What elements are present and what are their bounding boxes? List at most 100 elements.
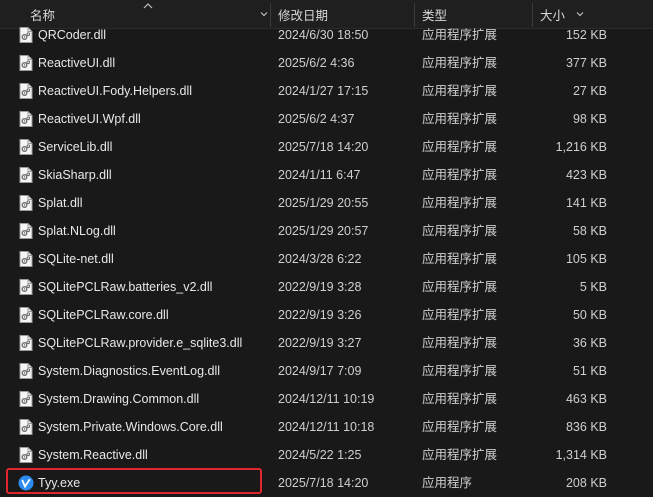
file-type: 应用程序扩展	[422, 420, 498, 434]
file-date: 2024/12/11 10:18	[278, 420, 375, 434]
file-type: 应用程序扩展	[422, 224, 498, 238]
file-row[interactable]: System.Private.Windows.Core.dll 2024/12/1…	[0, 413, 653, 441]
file-size: 208 KB	[565, 476, 607, 490]
file-size: 836 KB	[565, 420, 607, 434]
file-name: System.Reactive.dll	[38, 448, 148, 462]
file-row[interactable]: System.Reactive.dll 2024/5/22 1:25 应用程序扩展 1…	[0, 441, 653, 469]
file-type: 应用程序	[422, 476, 473, 490]
file-name: Splat.NLog.dll	[38, 224, 116, 238]
file-size: 423 KB	[565, 168, 607, 182]
file-row[interactable]: SQLite-net.dll 2024/3/28 6:22 应用程序扩展 105 KB	[0, 245, 653, 273]
file-type: 应用程序扩展	[422, 84, 498, 98]
dll-icon	[19, 55, 33, 71]
file-date: 2024/5/22 1:25	[278, 448, 362, 462]
file-name: SQLitePCLRaw.core.dll	[38, 308, 169, 322]
file-size: 152 KB	[565, 28, 607, 42]
file-type: 应用程序扩展	[422, 196, 498, 210]
file-name: SQLitePCLRaw.provider.e_sqlite3.dll	[38, 336, 243, 350]
file-date: 2024/1/11 6:47	[278, 168, 361, 182]
file-row[interactable]: QRCoder.dll 2024/6/30 18:50 应用程序扩展 152 KB	[0, 21, 653, 49]
file-name: ReactiveUI.Wpf.dll	[38, 112, 141, 126]
chevron-down-icon[interactable]	[259, 8, 269, 18]
file-size: 98 KB	[572, 112, 607, 126]
file-date: 2025/7/18 14:20	[278, 476, 369, 490]
dll-icon	[19, 307, 33, 323]
dll-icon	[19, 195, 33, 211]
file-row[interactable]: System.Diagnostics.EventLog.dll 2024/9/17…	[0, 357, 653, 385]
dll-icon	[19, 335, 33, 351]
dll-icon	[19, 447, 33, 463]
file-date: 2025/6/2 4:36	[278, 56, 355, 70]
dll-icon	[19, 27, 33, 43]
file-type: 应用程序扩展	[422, 168, 498, 182]
file-size: 50 KB	[572, 308, 607, 322]
file-name: ServiceLib.dll	[38, 140, 113, 154]
file-size: 463 KB	[565, 392, 607, 406]
file-size: 105 KB	[565, 252, 607, 266]
file-date: 2024/6/30 18:50	[278, 28, 369, 42]
file-size: 1,314 KB	[555, 448, 607, 462]
file-name: ReactiveUI.Fody.Helpers.dll	[38, 84, 192, 98]
file-date: 2024/3/28 6:22	[278, 252, 362, 266]
file-name: System.Private.Windows.Core.dll	[38, 420, 223, 434]
dll-icon	[19, 363, 33, 379]
file-name: SQLite-net.dll	[38, 252, 114, 266]
file-type: 应用程序扩展	[422, 140, 498, 154]
file-name: System.Diagnostics.EventLog.dll	[38, 364, 221, 378]
file-name: SkiaSharp.dll	[38, 168, 112, 182]
file-type: 应用程序扩展	[422, 364, 498, 378]
file-size: 27 KB	[572, 84, 607, 98]
file-type: 应用程序扩展	[422, 336, 498, 350]
dll-icon	[19, 223, 33, 239]
file-size: 51 KB	[572, 364, 607, 378]
file-row[interactable]: Splat.dll 2025/1/29 20:55 应用程序扩展 141 KB	[0, 189, 653, 217]
file-date: 2025/7/18 14:20	[278, 140, 369, 154]
file-date: 2024/9/17 7:09	[278, 364, 362, 378]
file-type: 应用程序扩展	[422, 448, 498, 462]
selection-highlight-box	[6, 468, 262, 494]
file-type: 应用程序扩展	[422, 280, 498, 294]
dll-icon	[19, 279, 33, 295]
file-size: 377 KB	[565, 56, 607, 70]
file-row[interactable]: SkiaSharp.dll 2024/1/11 6:47 应用程序扩展 423 KB	[0, 161, 653, 189]
file-date: 2024/12/11 10:19	[278, 392, 375, 406]
file-size: 36 KB	[572, 336, 607, 350]
file-type: 应用程序扩展	[422, 112, 498, 126]
file-name: Splat.dll	[38, 196, 83, 210]
file-date: 2025/1/29 20:57	[278, 224, 369, 238]
file-row[interactable]: SQLitePCLRaw.core.dll 2022/9/19 3:26 应用程序扩…	[0, 301, 653, 329]
file-type: 应用程序扩展	[422, 28, 498, 42]
dll-icon	[19, 167, 33, 183]
file-date: 2025/1/29 20:55	[278, 196, 369, 210]
file-row[interactable]: Splat.NLog.dll 2025/1/29 20:57 应用程序扩展 58 KB	[0, 217, 653, 245]
dll-icon	[19, 111, 33, 127]
file-row[interactable]: SQLitePCLRaw.batteries_v2.dll 2022/9/19 3…	[0, 273, 653, 301]
file-size: 5 KB	[579, 280, 607, 294]
file-row[interactable]: ReactiveUI.Fody.Helpers.dll 2024/1/27 17:…	[0, 77, 653, 105]
file-row[interactable]: SQLitePCLRaw.provider.e_sqlite3.dll 2022/…	[0, 329, 653, 357]
file-date: 2024/1/27 17:15	[278, 84, 369, 98]
file-size: 1,216 KB	[555, 140, 607, 154]
file-type: 应用程序扩展	[422, 56, 498, 70]
dll-icon	[19, 419, 33, 435]
dll-icon	[19, 83, 33, 99]
dll-icon	[19, 139, 33, 155]
file-row[interactable]: ReactiveUI.Wpf.dll 2025/6/2 4:37 应用程序扩展 98 …	[0, 105, 653, 133]
file-date: 2025/6/2 4:37	[278, 112, 355, 126]
file-name: QRCoder.dll	[38, 28, 107, 42]
file-row[interactable]: ReactiveUI.dll 2025/6/2 4:36 应用程序扩展 377 KB	[0, 49, 653, 77]
file-type: 应用程序扩展	[422, 252, 498, 266]
chevron-down-icon[interactable]	[575, 8, 585, 18]
file-date: 2022/9/19 3:26	[278, 308, 362, 322]
file-size: 58 KB	[572, 224, 607, 238]
file-size: 141 KB	[565, 196, 607, 210]
file-type: 应用程序扩展	[422, 392, 498, 406]
file-name: SQLitePCLRaw.batteries_v2.dll	[38, 280, 213, 294]
file-row[interactable]: ServiceLib.dll 2025/7/18 14:20 应用程序扩展 1,216…	[0, 133, 653, 161]
file-date: 2022/9/19 3:27	[278, 336, 362, 350]
file-row[interactable]: System.Drawing.Common.dll 2024/12/11 10:1…	[0, 385, 653, 413]
file-name: ReactiveUI.dll	[38, 56, 116, 70]
dll-icon	[19, 391, 33, 407]
file-date: 2022/9/19 3:28	[278, 280, 362, 294]
file-name: System.Drawing.Common.dll	[38, 392, 200, 406]
